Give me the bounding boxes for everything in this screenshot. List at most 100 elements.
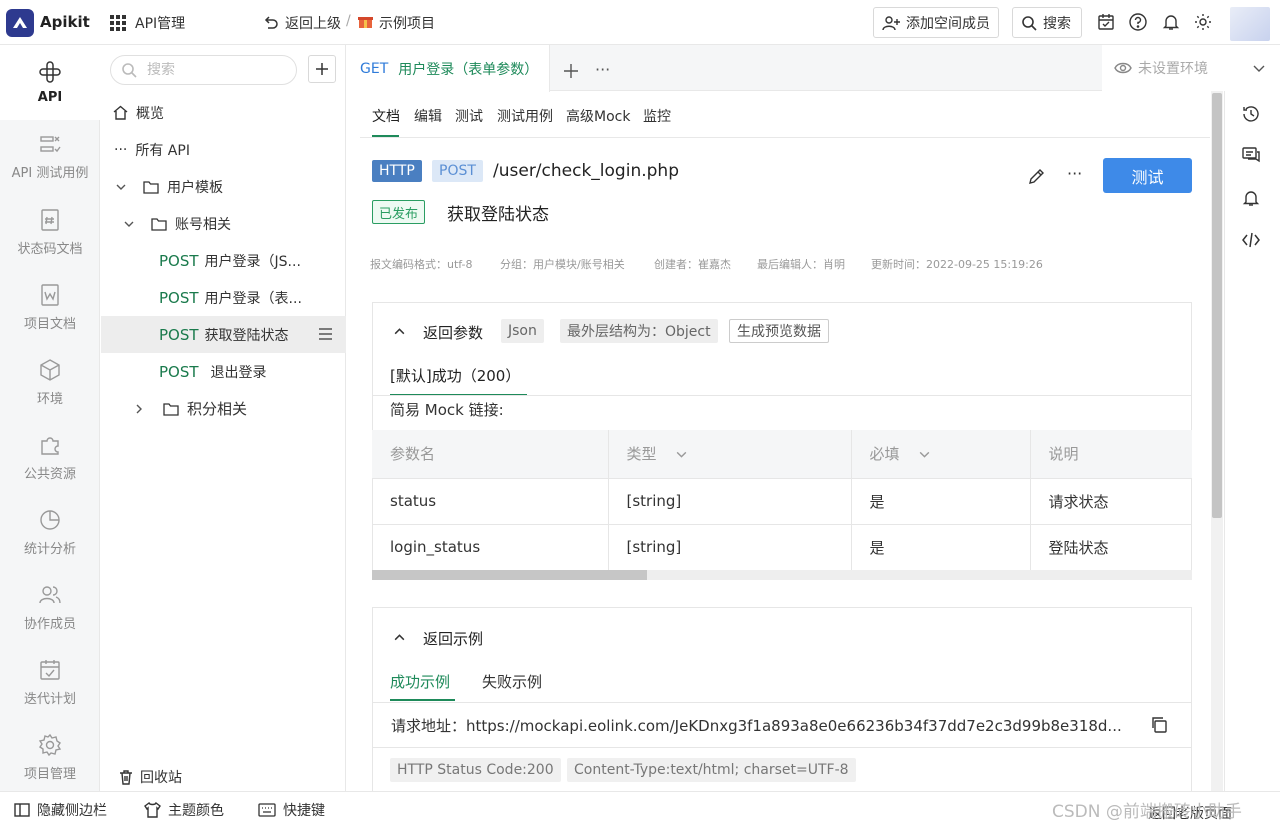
more-actions-icon[interactable]: ··· xyxy=(1067,164,1082,183)
home-icon xyxy=(113,105,128,120)
theme-color-button[interactable]: 主题颜色 xyxy=(144,800,224,820)
add-api-button[interactable] xyxy=(308,55,336,83)
subtab-monitor[interactable]: 监控 xyxy=(643,106,671,126)
collapse-chevron-icon[interactable] xyxy=(393,325,406,338)
comment-icon[interactable] xyxy=(1242,146,1260,164)
response-default-tab[interactable]: [默认]成功（200） xyxy=(390,365,520,386)
subtab-test-cases[interactable]: 测试用例 xyxy=(497,106,553,126)
back-link[interactable]: 返回上级 xyxy=(285,13,341,33)
tree-search-input[interactable] xyxy=(147,62,277,78)
column-header[interactable]: 必填 xyxy=(851,430,1031,479)
search-icon xyxy=(121,62,137,78)
environment-label: 未设置环境 xyxy=(1138,61,1208,77)
apikit-logo[interactable] xyxy=(6,9,34,37)
puzzle-icon xyxy=(38,433,62,457)
tree-api-item[interactable]: POST 退出登录 xyxy=(101,353,346,390)
param-desc-cell: 登陆状态 xyxy=(1030,524,1192,571)
user-avatar[interactable] xyxy=(1230,7,1270,41)
rail-item-environment[interactable]: 环境 xyxy=(0,345,100,420)
collapse-chevron-icon[interactable] xyxy=(393,631,406,644)
tree-item-label: 账号相关 xyxy=(175,216,231,233)
rail-item-label: 环境 xyxy=(36,392,63,407)
tree-api-item[interactable]: POST 用户登录（JS... xyxy=(101,242,346,279)
table-hscroll-thumb[interactable] xyxy=(372,570,647,580)
rail-item-public-resources[interactable]: 公共资源 xyxy=(0,420,100,495)
chevron-right-icon[interactable] xyxy=(133,403,145,415)
chevron-down-icon[interactable] xyxy=(123,218,135,230)
rail-item-status-codes[interactable]: 状态码文档 xyxy=(0,195,100,270)
tab-fail-example[interactable]: 失败示例 xyxy=(482,671,542,692)
rail-item-iterations[interactable]: 迭代计划 xyxy=(0,645,100,720)
copy-icon[interactable] xyxy=(1150,716,1168,734)
new-tab-icon[interactable] xyxy=(563,63,579,79)
scrollbar-thumb[interactable] xyxy=(1212,93,1222,518)
example-tab-indicator xyxy=(390,699,455,701)
column-header[interactable]: 类型 xyxy=(608,430,852,479)
request-url-row: 请求地址：https://mockapi.eolink.com/JeKDnxg3… xyxy=(373,702,1191,748)
keyboard-icon xyxy=(258,803,276,817)
tree-item-label: 概览 xyxy=(136,105,164,122)
generate-preview-button[interactable]: 生成预览数据 xyxy=(729,319,829,343)
search-button[interactable]: 搜索 xyxy=(1012,7,1082,38)
request-url-text: 请求地址：https://mockapi.eolink.com/JeKDnxg3… xyxy=(391,716,1122,735)
undo-icon[interactable] xyxy=(263,14,279,30)
menu-icon[interactable] xyxy=(318,328,333,340)
hide-sidebar-label: 隐藏侧边栏 xyxy=(37,803,107,819)
rail-item-analytics[interactable]: 统计分析 xyxy=(0,495,100,570)
tree-api-item[interactable]: POST 用户登录（表... xyxy=(101,279,346,316)
recycle-bin-link[interactable]: 回收站 xyxy=(118,767,182,787)
tree-search-field[interactable] xyxy=(110,55,297,85)
hide-sidebar-button[interactable]: 隐藏侧边栏 xyxy=(14,800,107,820)
calendar-check-icon[interactable] xyxy=(1097,13,1115,31)
history-icon[interactable] xyxy=(1242,105,1260,123)
module-title[interactable]: API管理 xyxy=(135,13,185,33)
test-button[interactable]: 测试 xyxy=(1103,158,1192,193)
more-tabs-icon[interactable]: ··· xyxy=(595,60,610,79)
tree-item-overview[interactable]: 概览 xyxy=(101,94,346,131)
api-method-label: POST xyxy=(159,251,199,270)
add-member-button[interactable]: 添加空间成员 xyxy=(873,7,999,38)
tree-folder-account[interactable]: 账号相关 xyxy=(101,205,346,242)
search-icon xyxy=(1021,15,1037,31)
environment-select[interactable]: 未设置环境 xyxy=(1102,45,1280,91)
edit-pencil-icon[interactable] xyxy=(1028,167,1046,185)
shortcuts-button[interactable]: 快捷键 xyxy=(258,800,325,820)
subtab-advanced-mock[interactable]: 高级Mock xyxy=(566,106,630,126)
chevron-down-icon[interactable] xyxy=(115,181,127,193)
apps-grid-icon[interactable] xyxy=(110,15,126,31)
project-name[interactable]: 示例项目 xyxy=(379,13,435,33)
tree-item-all-api[interactable]: ··· 所有 API xyxy=(101,131,346,168)
table-header-row: 参数名 类型 必填 说明 xyxy=(372,430,1192,479)
tree-folder-points[interactable]: 积分相关 xyxy=(101,390,346,427)
subtab-doc[interactable]: 文档 xyxy=(372,106,400,126)
response-example-title: 返回示例 xyxy=(423,630,484,648)
tree-api-item-selected[interactable]: POST 获取登陆状态 xyxy=(101,316,346,353)
breadcrumb-separator: / xyxy=(346,13,351,29)
subtab-test[interactable]: 测试 xyxy=(455,106,483,126)
notification-bell-icon[interactable] xyxy=(1162,13,1180,31)
trash-icon xyxy=(118,769,134,785)
rail-item-api[interactable]: API xyxy=(0,45,100,120)
rail-item-project-docs[interactable]: 项目文档 xyxy=(0,270,100,345)
rail-item-test-cases[interactable]: API 测试用例 xyxy=(0,120,100,195)
table-row: status [string] 是 请求状态 xyxy=(372,478,1192,525)
tab-api-doc[interactable]: GET 用户登录（表单参数） xyxy=(347,45,550,92)
code-icon[interactable] xyxy=(1242,231,1260,249)
tab-success-example[interactable]: 成功示例 xyxy=(390,671,450,692)
shirt-icon xyxy=(144,802,161,818)
tree-item-label: 所有 API xyxy=(135,142,190,159)
settings-gear-icon[interactable] xyxy=(1194,13,1212,31)
env-icon xyxy=(38,358,62,382)
response-tab-divider xyxy=(373,395,1191,396)
chevron-down-icon xyxy=(1252,61,1266,75)
param-required-cell: 是 xyxy=(851,524,1031,571)
tree-folder-user[interactable]: 用户模板 xyxy=(101,168,346,205)
rail-item-label: 公共资源 xyxy=(23,467,76,482)
subscribe-bell-icon[interactable] xyxy=(1242,189,1260,207)
more-dots-icon: ··· xyxy=(114,141,128,158)
rail-item-label: 状态码文档 xyxy=(17,242,83,257)
rail-item-members[interactable]: 协作成员 xyxy=(0,570,100,645)
subtab-edit[interactable]: 编辑 xyxy=(414,106,442,126)
help-icon[interactable] xyxy=(1129,13,1147,31)
rail-item-project-settings[interactable]: 项目管理 xyxy=(0,720,100,795)
